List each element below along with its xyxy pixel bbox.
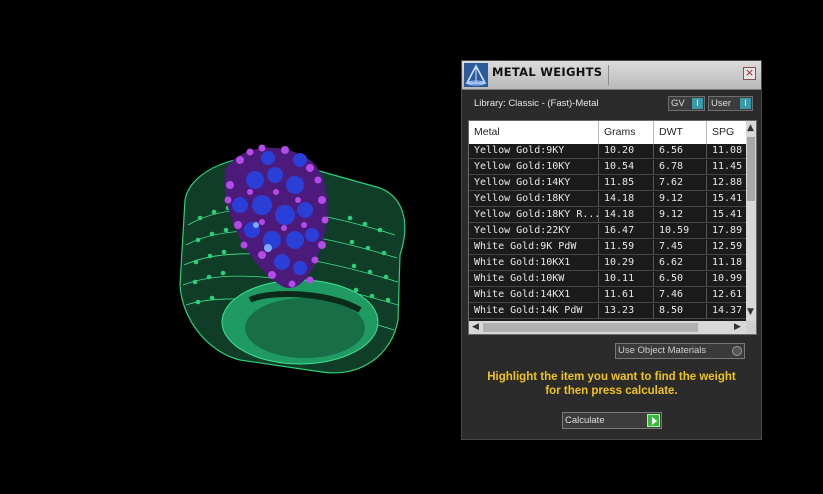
table-row[interactable]: Yellow Gold:10KY 10.54 6.78 11.45 [469,160,746,175]
cell-dwt: 10.59 [654,224,707,239]
cell-dwt: 6.56 [654,144,707,159]
radio-icon [732,346,742,356]
cell-metal: Yellow Gold:10KY [469,160,599,175]
cell-grams: 14.18 [599,208,654,223]
chevron-up-icon[interactable]: ▲ [747,123,754,133]
table-row[interactable]: White Gold:10KX1 10.29 6.62 11.18 [469,256,746,271]
table-header: Metal Grams DWT SPG [469,121,746,144]
cell-metal: Yellow Gold:22KY [469,224,599,239]
cell-spg: 12.59 [712,241,743,252]
cell-metal: White Gold:10KW [469,272,599,287]
cell-grams: 10.20 [599,144,654,159]
table-row[interactable]: Yellow Gold:14KY 11.85 7.62 12.88 [469,176,746,191]
cell-dwt: 9.12 [654,192,707,207]
cell-dwt: 6.62 [654,256,707,271]
scrollbar-corner [746,321,756,334]
cell-metal: White Gold:14K PdW [469,304,599,319]
use-object-materials-toggle[interactable]: Use Object Materials [615,343,745,359]
close-icon: × [744,66,755,79]
instruction-line-2: for then press calculate. [545,384,678,397]
cell-metal: Yellow Gold:18KY [469,192,599,207]
cell-dwt: 6.50 [654,272,707,287]
cell-spg: 15.41 [712,209,743,220]
instruction-line-1: Highlight the item you want to find the … [487,371,736,383]
cell-metal: White Gold:9K PdW [469,240,599,255]
cell-grams: 10.29 [599,256,654,271]
horizontal-scrollbar[interactable]: ◀ ▶ [469,321,746,334]
play-arrow-icon [647,414,660,427]
cell-spg: 11.18 [712,257,743,268]
table-row[interactable]: White Gold:14K PdW 13.23 8.50 14.37 [469,304,746,319]
cell-dwt: 9.12 [654,208,707,223]
cell-metal: Yellow Gold:14KY [469,176,599,191]
gv-label: GV [671,98,685,109]
cell-metal: Yellow Gold:9KY [469,144,599,159]
cell-spg: 12.61 [712,289,743,300]
gv-toggle[interactable]: GV I [668,96,705,111]
user-indicator: I [740,98,751,109]
close-button[interactable]: × [743,67,756,80]
table-row[interactable]: Yellow Gold:18KY 14.18 9.12 15.41 [469,192,746,207]
table-row[interactable]: White Gold:14KX1 11.61 7.46 12.61 [469,288,746,303]
cell-metal: White Gold:14KX1 [469,288,599,303]
triangle-logo-icon [464,63,488,87]
cell-spg: 11.08 [712,145,743,156]
use-object-materials-label: Use Object Materials [618,345,707,356]
cell-dwt: 6.78 [654,160,707,175]
table-row[interactable]: White Gold:9K PdW 11.59 7.45 12.59 [469,240,746,255]
cell-dwt: 8.50 [654,304,707,319]
cell-grams: 11.85 [599,176,654,191]
table-row[interactable]: Yellow Gold:22KY 16.47 10.59 17.89 [469,224,746,239]
table-row[interactable]: Yellow Gold:18KY R... 14.18 9.12 15.41 [469,208,746,223]
column-header-metal[interactable]: Metal [469,121,599,144]
title-divider [608,65,609,85]
cell-spg: 11.45 [712,161,743,172]
cell-spg: 14.37 [712,305,743,316]
cell-grams: 11.59 [599,240,654,255]
cell-grams: 16.47 [599,224,654,239]
cell-metal: White Gold:10KX1 [469,256,599,271]
cell-spg: 15.41 [712,193,743,204]
column-header-dwt[interactable]: DWT [654,121,707,144]
metal-table[interactable]: Metal Grams DWT SPG Yellow Gold:9KY 10.2… [468,120,757,335]
cell-grams: 11.61 [599,288,654,303]
chevron-left-icon[interactable]: ◀ [472,322,479,332]
column-header-grams[interactable]: Grams [599,121,654,144]
chevron-down-icon[interactable]: ▼ [747,307,754,317]
calculate-button[interactable]: Calculate [562,412,662,429]
instruction-text: Highlight the item you want to find the … [462,371,761,398]
calculate-label: Calculate [565,415,605,426]
panel-title: METAL WEIGHTS [492,65,603,79]
cell-grams: 13.23 [599,304,654,319]
cell-metal: Yellow Gold:18KY R... [469,208,599,223]
cell-spg: 17.89 [712,225,743,236]
cell-spg: 10.99 [712,273,743,284]
cell-grams: 10.11 [599,272,654,287]
horizontal-scroll-thumb[interactable] [483,323,698,332]
column-header-spg[interactable]: SPG [707,121,746,144]
library-label: Library: Classic - (Fast)-Metal [474,98,599,109]
chevron-right-icon[interactable]: ▶ [734,322,741,332]
cell-grams: 14.18 [599,192,654,207]
metal-weights-panel: METAL WEIGHTS × Library: Classic - (Fast… [461,60,762,440]
cell-dwt: 7.46 [654,288,707,303]
cell-dwt: 7.62 [654,176,707,191]
cell-spg: 12.88 [712,177,743,188]
gv-indicator: I [692,98,703,109]
cell-dwt: 7.45 [654,240,707,255]
vertical-scroll-thumb[interactable] [747,137,755,201]
vertical-scrollbar[interactable]: ▲ ▼ [746,121,756,321]
table-row[interactable]: White Gold:10KW 10.11 6.50 10.99 [469,272,746,287]
user-toggle[interactable]: User I [708,96,753,111]
user-label: User [711,98,732,109]
cell-grams: 10.54 [599,160,654,175]
table-row[interactable]: Yellow Gold:9KY 10.20 6.56 11.08 [469,144,746,159]
panel-titlebar[interactable]: METAL WEIGHTS × [462,61,761,90]
